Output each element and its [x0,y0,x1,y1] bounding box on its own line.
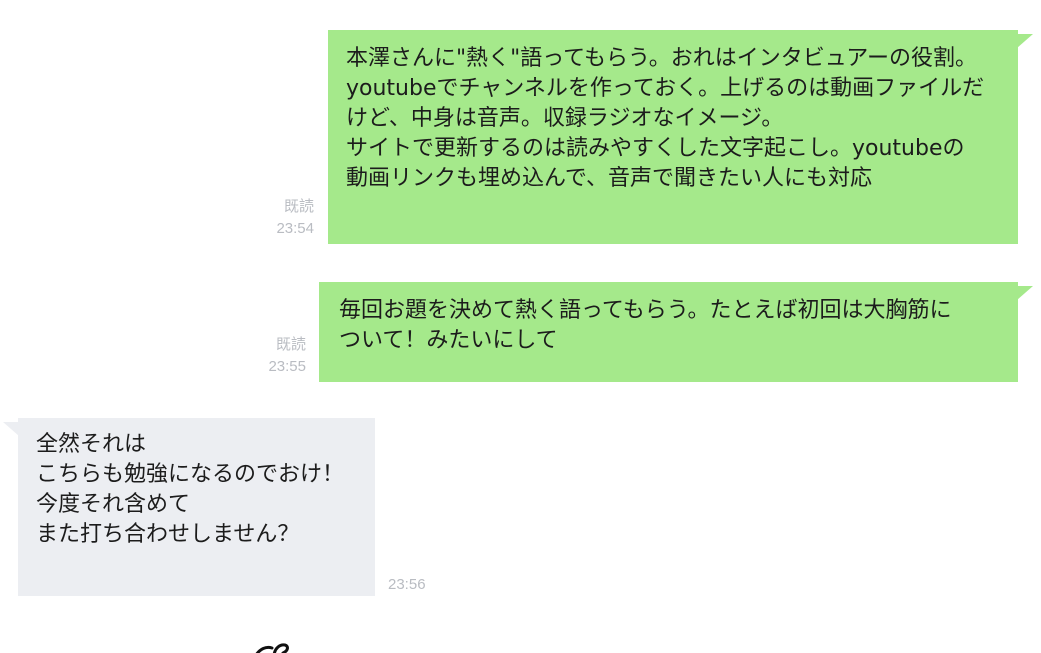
bubble-tail [1017,286,1033,300]
message-meta: 23:56 [388,574,468,596]
bubble-tail [3,422,19,436]
message-bubble[interactable]: 毎回お題を決めて熱く語ってもらう。たとえば初回は大胸筋に ついて！みたいにして [319,282,1018,382]
message-bubble[interactable]: 本澤さんに"熱く"語ってもらう。おれはインタビュアーの役割。 youtubeでチ… [328,30,1018,244]
timestamp: 23:54 [276,220,314,237]
message-bubble[interactable]: 全然それは こちらも勉強になるのでおけ！ 今度それ含めて また打ち合わせしません… [18,418,375,596]
read-receipt: 既読 [275,336,306,353]
bubble-tail [1017,34,1033,48]
timestamp: 23:55 [268,358,306,375]
message-meta: 既読 23:55 [242,334,306,378]
timestamp: 23:56 [388,576,426,593]
sticker-partial[interactable] [254,640,294,653]
message-meta: 既読 23:54 [250,196,314,240]
read-receipt: 既読 [283,198,314,215]
sticker-icon [255,643,289,653]
